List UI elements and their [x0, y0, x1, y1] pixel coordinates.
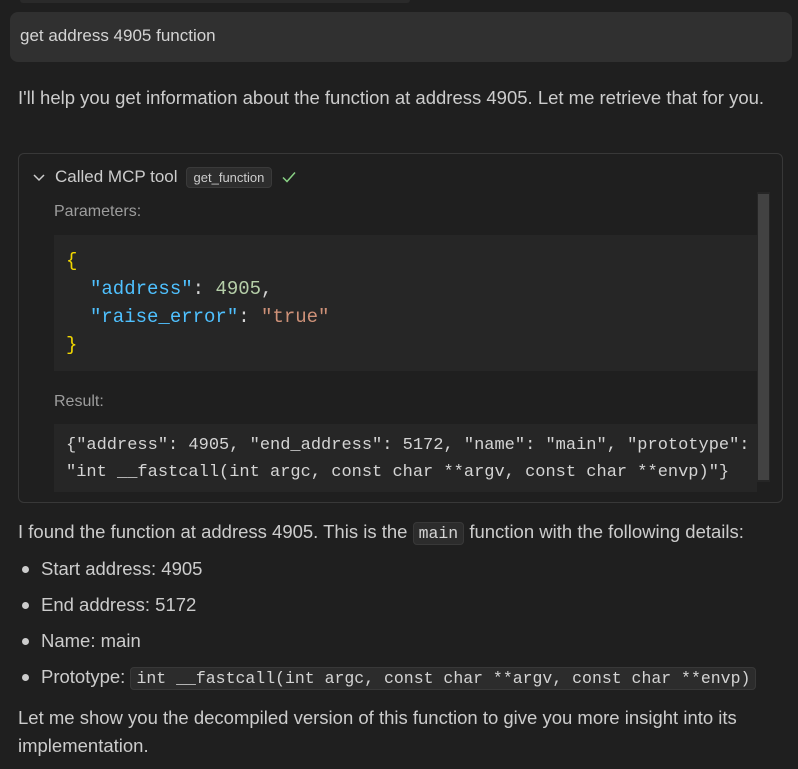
json-key-raise-error: "raise_error" — [90, 306, 239, 328]
summary-prefix: I found the function at address 4905. Th… — [18, 521, 408, 542]
list-item: Start address: 4905 — [22, 555, 756, 591]
parameters-label: Parameters: — [54, 203, 142, 220]
list-item: End address: 5172 — [22, 591, 756, 627]
check-icon — [282, 172, 296, 183]
user-message-text: get address 4905 function — [20, 26, 216, 45]
tool-call-header-label: Called MCP tool — [55, 167, 178, 186]
result-line-2: "int __fastcall(int argc, const char **a… — [66, 463, 730, 482]
json-open-brace: { — [66, 250, 78, 272]
result-label: Result: — [54, 393, 104, 410]
result-line-1: {"address": 4905, "end_address": 5172, "… — [66, 436, 750, 455]
assistant-intro-text: I'll help you get information about the … — [18, 87, 765, 108]
prototype-code: int __fastcall(int argc, const char **ar… — [130, 667, 757, 690]
detail-prototype-label: Prototype: — [41, 666, 126, 687]
scrollbar-thumb[interactable] — [758, 194, 769, 480]
list-item: Name: main — [22, 627, 756, 663]
tool-call-header[interactable]: Called MCP tool get_function — [31, 165, 298, 189]
summary-text: I found the function at address 4905. Th… — [18, 518, 793, 548]
bullet-icon — [22, 674, 29, 681]
json-close-brace: } — [66, 334, 78, 356]
bullet-icon — [22, 566, 29, 573]
chevron-down-icon[interactable] — [31, 169, 47, 185]
bullet-icon — [22, 638, 29, 645]
function-name-code: main — [412, 522, 465, 545]
json-key-address: "address" — [90, 278, 193, 300]
json-value-raise-error: "true" — [261, 306, 330, 328]
list-item: Prototype: int __fastcall(int argc, cons… — [22, 663, 757, 699]
result-code-block: {"address": 4905, "end_address": 5172, "… — [54, 424, 757, 492]
function-details-list: Start address: 4905 End address: 5172 Na… — [22, 555, 757, 699]
previous-message-edge — [20, 0, 410, 3]
tool-call-card: Called MCP tool get_function Parameters:… — [18, 153, 783, 503]
detail-name: Name: main — [41, 630, 141, 651]
detail-end-address: End address: 5172 — [41, 594, 197, 615]
json-value-address: 4905 — [215, 278, 262, 300]
closing-text: Let me show you the decompiled version o… — [18, 707, 737, 756]
bullet-icon — [22, 602, 29, 609]
tool-name-badge: get_function — [185, 166, 273, 188]
parameters-code-block: { "address": 4905, "raise_error": "true"… — [54, 235, 757, 371]
detail-start-address: Start address: 4905 — [41, 558, 203, 579]
summary-suffix: function with the following details: — [469, 521, 744, 542]
user-message-bubble[interactable]: get address 4905 function — [10, 12, 792, 62]
